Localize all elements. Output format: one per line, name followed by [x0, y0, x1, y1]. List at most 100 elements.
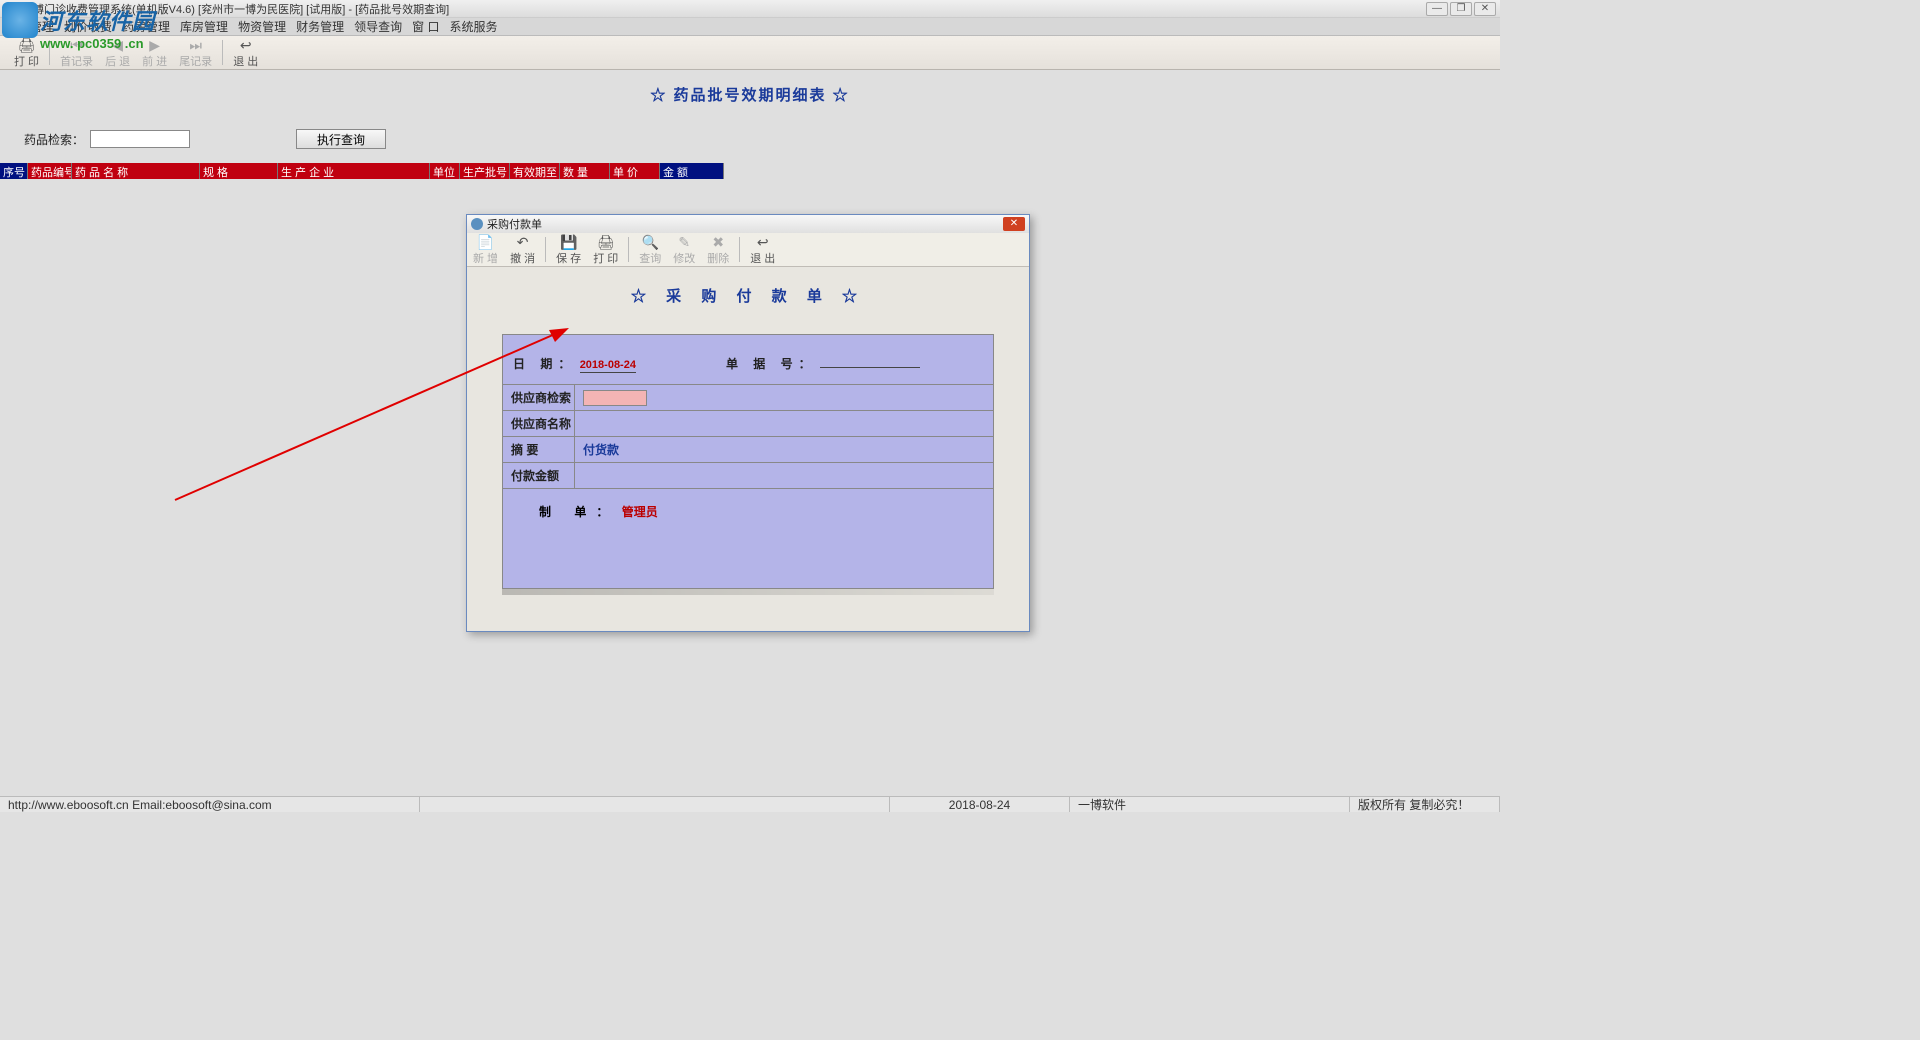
- dialog-titlebar: 采购付款单 ✕: [467, 215, 1029, 233]
- divider: [222, 40, 223, 65]
- restore-button[interactable]: ❐: [1450, 2, 1472, 16]
- menu-system[interactable]: 系统服务: [449, 18, 497, 35]
- vendor-search-input[interactable]: [583, 390, 647, 406]
- search-label: 药品检索：: [24, 131, 84, 148]
- menu-pharmacy[interactable]: 药房管理: [122, 18, 170, 35]
- divider: [49, 40, 50, 65]
- dialog-icon: [471, 218, 483, 230]
- status-company: 一博软件: [1070, 797, 1350, 812]
- amount-row: 付款金额: [503, 462, 993, 488]
- date-value[interactable]: 2018-08-24: [580, 359, 636, 373]
- divider: [545, 237, 546, 262]
- dialog-exit-button[interactable]: ↩退 出: [744, 233, 781, 266]
- vendor-search-row: 供应商检索: [503, 384, 993, 410]
- bill-no-label: 单 据 号：: [726, 357, 817, 371]
- dialog-body: ☆ 采 购 付 款 单 ☆ 日 期： 2018-08-24 单 据 号： 供应商…: [467, 267, 1029, 631]
- menu-leader-query[interactable]: 领导查询: [354, 18, 402, 35]
- edit-icon: ✎: [678, 234, 690, 250]
- menu-register[interactable]: 挂号管理: [6, 18, 54, 35]
- menu-material[interactable]: 物资管理: [238, 18, 286, 35]
- divider: [628, 237, 629, 262]
- window-title: 一博门诊收费管理系统(单机版V4.6) [兖州市一博为民医院] [试用版] - …: [22, 1, 449, 17]
- last-icon: ⏭: [189, 37, 202, 53]
- forward-icon: ▶: [149, 37, 160, 53]
- modify-button[interactable]: ✎修改: [667, 233, 701, 266]
- delete-icon: ✖: [712, 234, 724, 250]
- statusbar: http://www.eboosoft.cn Email:eboosoft@si…: [0, 796, 1500, 812]
- exit-icon: ↩: [757, 234, 769, 250]
- col-code: 药品编号: [28, 163, 72, 179]
- vendor-name-row: 供应商名称: [503, 410, 993, 436]
- print-button[interactable]: 🖨 打 印: [8, 36, 45, 69]
- col-name: 药 品 名 称: [72, 163, 200, 179]
- col-seq: 序号: [0, 163, 28, 179]
- save-button[interactable]: 💾保 存: [550, 233, 587, 266]
- col-unit: 单位: [430, 163, 460, 179]
- summary-value[interactable]: 付货款: [575, 441, 993, 458]
- form-panel: 日 期： 2018-08-24 单 据 号： 供应商检索 供应商名称 摘 要 付…: [502, 334, 994, 589]
- main-toolbar: 🖨 打 印 ⏮ 首记录 ◀ 后 退 ▶ 前 进 ⏭ 尾记录 ↩ 退 出: [0, 36, 1500, 70]
- panel-shadow: [502, 589, 994, 595]
- menu-warehouse[interactable]: 库房管理: [180, 18, 228, 35]
- search-icon: 🔍: [642, 234, 659, 250]
- drug-search-input[interactable]: [90, 130, 190, 148]
- app-icon: [4, 2, 18, 16]
- query-button[interactable]: 🔍查询: [633, 233, 667, 266]
- vendor-search-label: 供应商检索: [503, 385, 575, 410]
- col-price: 单 价: [610, 163, 660, 179]
- dialog-close-button[interactable]: ✕: [1003, 217, 1025, 231]
- forward-button[interactable]: ▶ 前 进: [136, 36, 173, 69]
- dialog-toolbar: 📄新 增 ↶撤 消 💾保 存 🖨打 印 🔍查询 ✎修改 ✖删除 ↩退 出: [467, 233, 1029, 267]
- col-maker: 生 产 企 业: [278, 163, 430, 179]
- first-record-button[interactable]: ⏮ 首记录: [54, 36, 99, 69]
- col-batch: 生产批号: [460, 163, 510, 179]
- window-titlebar: 一博门诊收费管理系统(单机版V4.6) [兖州市一博为民医院] [试用版] - …: [0, 0, 1500, 18]
- delete-button[interactable]: ✖删除: [701, 233, 735, 266]
- dialog-title: 采购付款单: [487, 216, 542, 232]
- new-button[interactable]: 📄新 增: [467, 233, 504, 266]
- amount-label: 付款金额: [503, 463, 575, 488]
- first-icon: ⏮: [70, 37, 83, 53]
- menu-pricing[interactable]: 划价收费: [64, 18, 112, 35]
- new-icon: 📄: [477, 234, 494, 250]
- printer-icon: 🖨: [597, 234, 615, 250]
- purchase-payment-dialog: 采购付款单 ✕ 📄新 增 ↶撤 消 💾保 存 🖨打 印 🔍查询 ✎修改 ✖删除 …: [466, 214, 1030, 632]
- exit-button[interactable]: ↩ 退 出: [227, 36, 264, 69]
- bill-no-value[interactable]: [820, 367, 920, 368]
- summary-row: 摘 要 付货款: [503, 436, 993, 462]
- date-label: 日 期：: [513, 357, 576, 371]
- maker-label: 制 单：: [539, 505, 618, 519]
- status-date: 2018-08-24: [890, 797, 1070, 812]
- minimize-button[interactable]: —: [1426, 2, 1448, 16]
- undo-icon: ↶: [517, 234, 529, 250]
- close-button[interactable]: ✕: [1474, 2, 1496, 16]
- col-expiry: 有效期至: [510, 163, 560, 179]
- execute-query-button[interactable]: 执行查询: [296, 129, 386, 149]
- search-row: 药品检索： 执行查询: [24, 129, 1500, 149]
- col-qty: 数 量: [560, 163, 610, 179]
- menubar: 挂号管理 划价收费 药房管理 库房管理 物资管理 财务管理 领导查询 窗 口 系…: [0, 18, 1500, 36]
- summary-label: 摘 要: [503, 437, 575, 462]
- window-controls: — ❐ ✕: [1426, 2, 1496, 16]
- form-footer: 制 单： 管理员: [503, 488, 993, 588]
- status-spacer: [420, 797, 890, 812]
- status-copyright: 版权所有 复制必究！: [1350, 797, 1500, 812]
- dialog-print-button[interactable]: 🖨打 印: [587, 233, 624, 266]
- menu-window[interactable]: 窗 口: [412, 18, 439, 35]
- exit-icon: ↩: [240, 37, 252, 53]
- col-amount: 金 额: [660, 163, 724, 179]
- printer-icon: 🖨: [18, 37, 36, 53]
- divider: [739, 237, 740, 262]
- undo-button[interactable]: ↶撤 消: [504, 233, 541, 266]
- maker-value: 管理员: [622, 505, 658, 519]
- menu-finance[interactable]: 财务管理: [296, 18, 344, 35]
- report-title: ☆ 药品批号效期明细表 ☆: [0, 84, 1500, 105]
- last-record-button[interactable]: ⏭ 尾记录: [173, 36, 218, 69]
- back-icon: ◀: [112, 37, 123, 53]
- dialog-heading: ☆ 采 购 付 款 单 ☆: [467, 285, 1029, 306]
- status-url: http://www.eboosoft.cn Email:eboosoft@si…: [0, 797, 420, 812]
- col-spec: 规 格: [200, 163, 278, 179]
- vendor-name-label: 供应商名称: [503, 411, 575, 436]
- form-top-row: 日 期： 2018-08-24 单 据 号：: [503, 335, 993, 384]
- back-button[interactable]: ◀ 后 退: [99, 36, 136, 69]
